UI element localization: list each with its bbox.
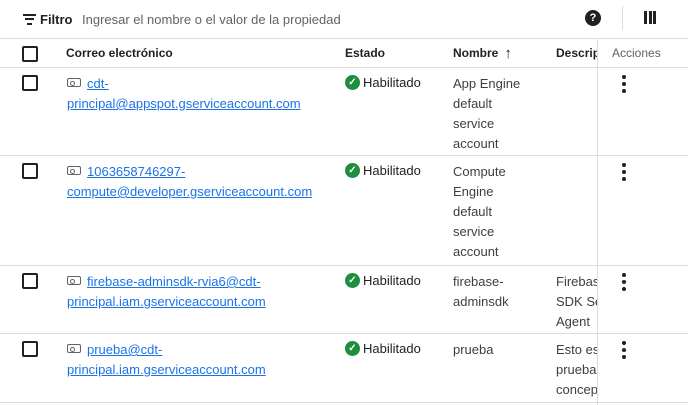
- more-vert-icon[interactable]: [620, 341, 628, 359]
- column-display-icon[interactable]: [644, 11, 656, 24]
- column-header-status[interactable]: Estado: [345, 46, 385, 60]
- sort-ascending-icon: ↑: [504, 45, 512, 62]
- email-cell: 1063658746297- compute@developer.gservice…: [67, 162, 329, 202]
- filter-list-icon: [23, 13, 36, 25]
- help-icon[interactable]: ?: [585, 10, 601, 26]
- name-cell: App Engine default service account: [453, 76, 521, 151]
- toolbar-divider: [622, 6, 623, 30]
- name-cell: Compute Engine default service account: [453, 164, 506, 259]
- table-row: firebase-adminsdk-rvia6@cdt-principal.ia…: [0, 266, 688, 334]
- email-link[interactable]: 1063658746297- compute@developer.gservice…: [67, 164, 312, 199]
- service-account-key-icon: [67, 78, 81, 87]
- email-cell: cdt-principal@appspot.gserviceaccount.co…: [67, 74, 329, 114]
- filter-button[interactable]: Filtro: [23, 9, 73, 29]
- column-header-name[interactable]: Nombre ↑: [453, 45, 512, 62]
- service-account-key-icon: [67, 166, 81, 175]
- email-link[interactable]: prueba@cdt-principal.iam.gserviceaccount…: [67, 342, 266, 377]
- name-cell: prueba: [453, 342, 494, 357]
- description-cell: Firebas SDK Se Agent: [556, 274, 598, 329]
- column-header-actions: Acciones: [612, 46, 661, 60]
- row-checkbox[interactable]: [22, 341, 38, 357]
- more-vert-icon[interactable]: [620, 273, 628, 291]
- status-text: Habilitado: [363, 75, 421, 90]
- email-cell: firebase-adminsdk-rvia6@cdt-principal.ia…: [67, 272, 329, 312]
- row-checkbox[interactable]: [22, 75, 38, 91]
- check-circle-icon: ✓: [345, 273, 360, 288]
- filter-label: Filtro: [40, 11, 73, 27]
- table-row: prueba@cdt-principal.iam.gserviceaccount…: [0, 334, 688, 403]
- status-cell: ✓ Habilitado: [345, 341, 421, 356]
- column-header-description[interactable]: Descripción: [556, 46, 598, 60]
- more-vert-icon[interactable]: [620, 75, 628, 93]
- description-cell: Esto es prueba concep: [556, 342, 598, 397]
- column-header-email[interactable]: Correo electrónico: [66, 46, 173, 60]
- service-account-key-icon: [67, 276, 81, 285]
- table-row: cdt-principal@appspot.gserviceaccount.co…: [0, 68, 688, 156]
- email-link[interactable]: cdt-principal@appspot.gserviceaccount.co…: [67, 76, 301, 111]
- status-cell: ✓ Habilitado: [345, 163, 421, 178]
- check-circle-icon: ✓: [345, 75, 360, 90]
- status-cell: ✓ Habilitado: [345, 273, 421, 288]
- email-cell: prueba@cdt-principal.iam.gserviceaccount…: [67, 340, 329, 380]
- select-all-checkbox[interactable]: [22, 46, 38, 62]
- more-vert-icon[interactable]: [620, 163, 628, 181]
- status-text: Habilitado: [363, 341, 421, 356]
- name-cell: firebase-adminsdk: [453, 274, 509, 309]
- row-checkbox[interactable]: [22, 273, 38, 289]
- table-header: Correo electrónico Estado Nombre ↑ Descri…: [0, 38, 688, 68]
- actions-column-divider: [597, 38, 598, 405]
- table-row: 1063658746297- compute@developer.gservice…: [0, 156, 688, 266]
- status-cell: ✓ Habilitado: [345, 75, 421, 90]
- service-account-key-icon: [67, 344, 81, 353]
- column-header-name-label: Nombre: [453, 46, 499, 60]
- email-link[interactable]: firebase-adminsdk-rvia6@cdt-principal.ia…: [67, 274, 266, 309]
- status-text: Habilitado: [363, 273, 421, 288]
- status-text: Habilitado: [363, 163, 421, 178]
- check-circle-icon: ✓: [345, 341, 360, 356]
- check-circle-icon: ✓: [345, 163, 360, 178]
- filter-input[interactable]: [82, 8, 562, 30]
- filter-toolbar: Filtro ?: [0, 0, 688, 38]
- row-checkbox[interactable]: [22, 163, 38, 179]
